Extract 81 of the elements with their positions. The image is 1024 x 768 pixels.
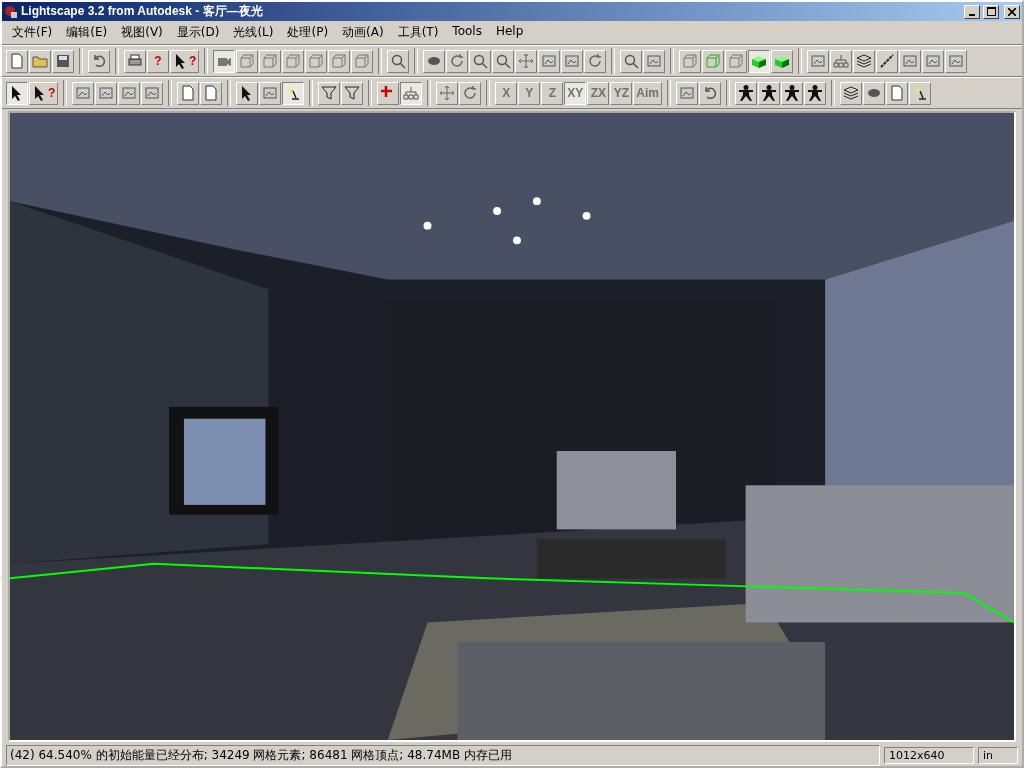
menu-item[interactable]: Help [489, 23, 530, 42]
layers-icon [856, 53, 873, 69]
frame-icon [810, 53, 827, 69]
frame-icon [75, 85, 92, 101]
units-field: in [978, 746, 1018, 764]
wireframe-cube-icon [354, 53, 371, 69]
person-icon [807, 85, 824, 101]
move-icon [439, 85, 456, 101]
minimize-icon [969, 13, 975, 16]
wireframe-cube-icon [308, 53, 325, 69]
printer-icon [127, 53, 143, 69]
wireframe-cube-icon [239, 53, 256, 69]
rotate-icon [587, 53, 604, 69]
solid-cube-icon [751, 53, 768, 69]
magnifier-icon [623, 53, 640, 69]
rotate-icon [449, 53, 466, 69]
app-icon [4, 4, 18, 19]
close-button[interactable] [1004, 4, 1020, 19]
toolbar-button[interactable] [282, 81, 305, 105]
frame-icon [121, 85, 138, 101]
menu-item[interactable]: 文件(F) [6, 23, 59, 42]
wireframe-cube-icon [262, 53, 279, 69]
toolbar-button[interactable]: XY [564, 81, 587, 105]
person-icon [738, 85, 755, 101]
layers-icon [843, 85, 860, 101]
toolbar-button[interactable] [6, 81, 28, 105]
solid-cube-icon [774, 53, 791, 69]
toolbar-button[interactable]: ? [170, 49, 200, 73]
page-icon [889, 85, 906, 101]
folder-icon [32, 53, 48, 69]
status-message: (42) 64.540% 的初始能量已经分布; 34249 网格元素; 86481 网格顶点; 48.74MB 内存已用 [6, 744, 880, 766]
toolbar-button[interactable]: ? [29, 81, 59, 105]
frame-icon [144, 85, 161, 101]
frame-icon [679, 85, 696, 101]
person-icon [761, 85, 778, 101]
frame-icon [646, 53, 663, 69]
toolbar-button[interactable]: ? [147, 49, 169, 73]
line-icon [879, 53, 896, 69]
menu-item[interactable]: 编辑(E) [60, 23, 114, 42]
person-icon [784, 85, 801, 101]
menu-item[interactable]: Tools [446, 23, 488, 42]
hierarchy-icon [403, 85, 420, 101]
menu-item[interactable]: 处理(P) [281, 23, 335, 42]
wireframe-cube-icon [705, 53, 722, 69]
magnifier-icon [495, 53, 512, 69]
page-icon [180, 85, 197, 101]
maximize-button[interactable] [983, 4, 999, 19]
resolution-field: 1012x640 [884, 746, 974, 764]
funnel-icon [344, 85, 361, 101]
close-icon [1008, 7, 1016, 16]
lamp-icon [912, 85, 929, 101]
menu-item[interactable]: 动画(A) [336, 23, 390, 42]
minimize-button[interactable] [964, 4, 980, 19]
wireframe-cube-icon [331, 53, 348, 69]
wireframe-cube-icon [285, 53, 302, 69]
magnifier-icon [390, 53, 407, 69]
frame-icon [98, 85, 115, 101]
frame-icon [541, 53, 558, 69]
frame-icon [564, 53, 581, 69]
frame-icon [902, 53, 919, 69]
move-icon [518, 53, 535, 69]
magnifier-icon [472, 53, 489, 69]
lamp-icon [285, 85, 302, 101]
menu-item[interactable]: 光线(L) [227, 23, 280, 42]
window-title: Lightscape 3.2 from Autodesk - 客厅—夜光 [21, 3, 264, 20]
frame-icon [262, 85, 279, 101]
wireframe-cube-icon [728, 53, 745, 69]
menu-item[interactable]: 显示(D) [170, 23, 226, 42]
wireframe-cube-icon [682, 53, 699, 69]
frame-icon [948, 53, 965, 69]
menu-item[interactable]: 视图(V) [115, 23, 169, 42]
page-icon [203, 85, 220, 101]
frame-icon [925, 53, 942, 69]
menu-item[interactable]: 工具(T) [391, 23, 445, 42]
page-icon [9, 53, 25, 69]
undo-icon [702, 85, 719, 101]
maximize-icon [986, 7, 996, 16]
funnel-icon [321, 85, 338, 101]
rotate-icon [462, 85, 479, 101]
undo-icon [91, 53, 107, 69]
hierarchy-icon [833, 53, 850, 69]
